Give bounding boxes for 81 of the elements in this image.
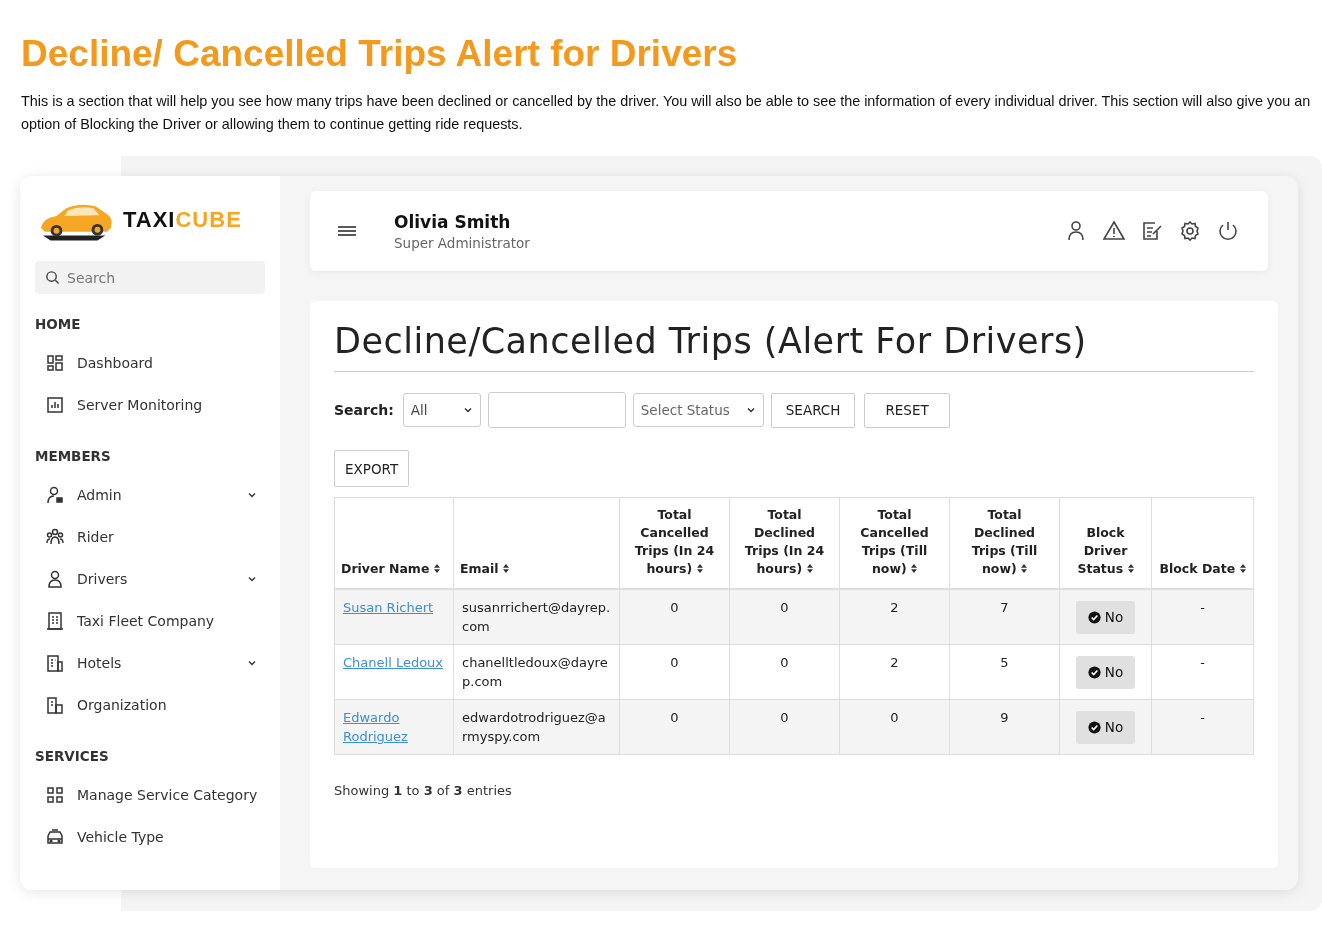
table-cell: 9 — [949, 699, 1060, 755]
table-cell: - — [1151, 589, 1254, 645]
search-input[interactable] — [487, 392, 626, 428]
nav-item[interactable]: Manage Service Category — [35, 774, 265, 816]
block-status-button[interactable]: No — [1075, 600, 1136, 634]
chevron-down-icon — [247, 490, 257, 500]
export-button[interactable]: EXPORT — [334, 450, 410, 487]
sort-icon — [502, 564, 509, 573]
sort-icon — [911, 564, 918, 573]
search-field[interactable]: Search — [35, 261, 265, 294]
hotel-icon — [45, 653, 65, 673]
section-heading: SERVICES — [35, 748, 110, 764]
nav-item[interactable]: Rider — [35, 516, 265, 558]
sort-icon — [1127, 564, 1134, 573]
table-cell: 0 — [619, 644, 730, 700]
scope-select[interactable]: All — [402, 393, 481, 427]
intro-paragraph: This is a section that will help you see how many trips have been declined or cancelled by the driver. You will also be able to see the information of every individual driver. This section will also give you an option of Blocking the Driver or allowing them to continue getting ride requests. — [21, 92, 1311, 134]
user-role: Super Administrator — [394, 234, 531, 251]
table-cell: 5 — [949, 644, 1060, 700]
chevron-down-icon — [247, 658, 257, 668]
table-cell: 0 — [729, 699, 840, 755]
table-cell: 0 — [729, 589, 840, 645]
section-heading: MEMBERS — [35, 448, 112, 464]
table-cell: - — [1151, 699, 1254, 755]
page-heading: Decline/ Cancelled Trips Alert for Drivers — [20, 32, 739, 76]
filter-button[interactable]: SEARCH — [770, 392, 856, 428]
chevron-down-icon — [462, 405, 473, 415]
nav-item[interactable]: Organization — [35, 684, 265, 726]
alert-icon[interactable] — [1102, 219, 1126, 243]
filter-button[interactable]: RESET — [864, 392, 950, 428]
table-cell: 0 — [839, 699, 950, 755]
nav-item[interactable]: Drivers — [35, 558, 265, 600]
status-select[interactable]: Select Status — [632, 393, 764, 427]
table-cell: 0 — [619, 699, 730, 755]
nav-item[interactable]: Dashboard — [35, 342, 265, 384]
table-cell: edwardotrodriguez@armyspy.com — [453, 699, 620, 755]
card-title: Decline/Cancelled Trips (Alert For Drivers) — [334, 321, 1254, 372]
sort-icon — [433, 564, 440, 573]
table-cell: 7 — [949, 589, 1060, 645]
chevron-down-icon — [745, 405, 756, 415]
check-circle-icon — [1087, 720, 1101, 734]
block-status-button[interactable]: No — [1075, 655, 1136, 689]
table-cell: chanelltledoux@dayrep.com — [453, 644, 620, 700]
table-cell: 2 — [839, 644, 950, 700]
building-icon — [45, 611, 65, 631]
nav-item[interactable]: Admin — [35, 474, 265, 516]
check-circle-icon — [1087, 665, 1101, 679]
group-icon — [45, 527, 65, 547]
block-status-button[interactable]: No — [1075, 710, 1136, 744]
menu-icon[interactable] — [338, 225, 356, 237]
dashboard-icon — [45, 353, 65, 373]
sort-icon — [1239, 564, 1246, 573]
nav-item[interactable]: Taxi Fleet Company — [35, 600, 265, 642]
user-icon — [45, 569, 65, 589]
table-cell: 0 — [729, 644, 840, 700]
entries-info: Showing 1 to 3 of 3 entries — [334, 783, 513, 798]
search-label: Search: — [334, 402, 394, 418]
edit-icon[interactable] — [1140, 219, 1164, 243]
taxi-icon — [45, 827, 65, 847]
sort-icon — [1021, 564, 1028, 573]
chevron-down-icon — [247, 574, 257, 584]
sort-icon — [806, 564, 813, 573]
table-cell: - — [1151, 644, 1254, 700]
check-circle-icon — [1087, 610, 1101, 624]
nav-item[interactable]: Hotels — [35, 642, 265, 684]
nav-item[interactable]: Server Monitoring — [35, 384, 265, 426]
table-cell: susanrrichert@dayrep.com — [453, 589, 620, 645]
sort-icon — [696, 564, 703, 573]
section-heading: HOME — [35, 316, 82, 332]
office-icon — [45, 695, 65, 715]
table-cell: 0 — [619, 589, 730, 645]
settings-icon[interactable] — [1178, 219, 1202, 243]
grid-icon — [45, 785, 65, 805]
power-icon[interactable] — [1216, 219, 1240, 243]
user-name: Olivia Smith — [394, 211, 512, 232]
nav-item[interactable]: Vehicle Type — [35, 816, 265, 858]
table-cell: 2 — [839, 589, 950, 645]
brand-name: TAXICUBE — [123, 207, 242, 233]
search-icon — [45, 270, 60, 285]
chart-icon — [45, 395, 65, 415]
user-lock-icon — [45, 485, 65, 505]
